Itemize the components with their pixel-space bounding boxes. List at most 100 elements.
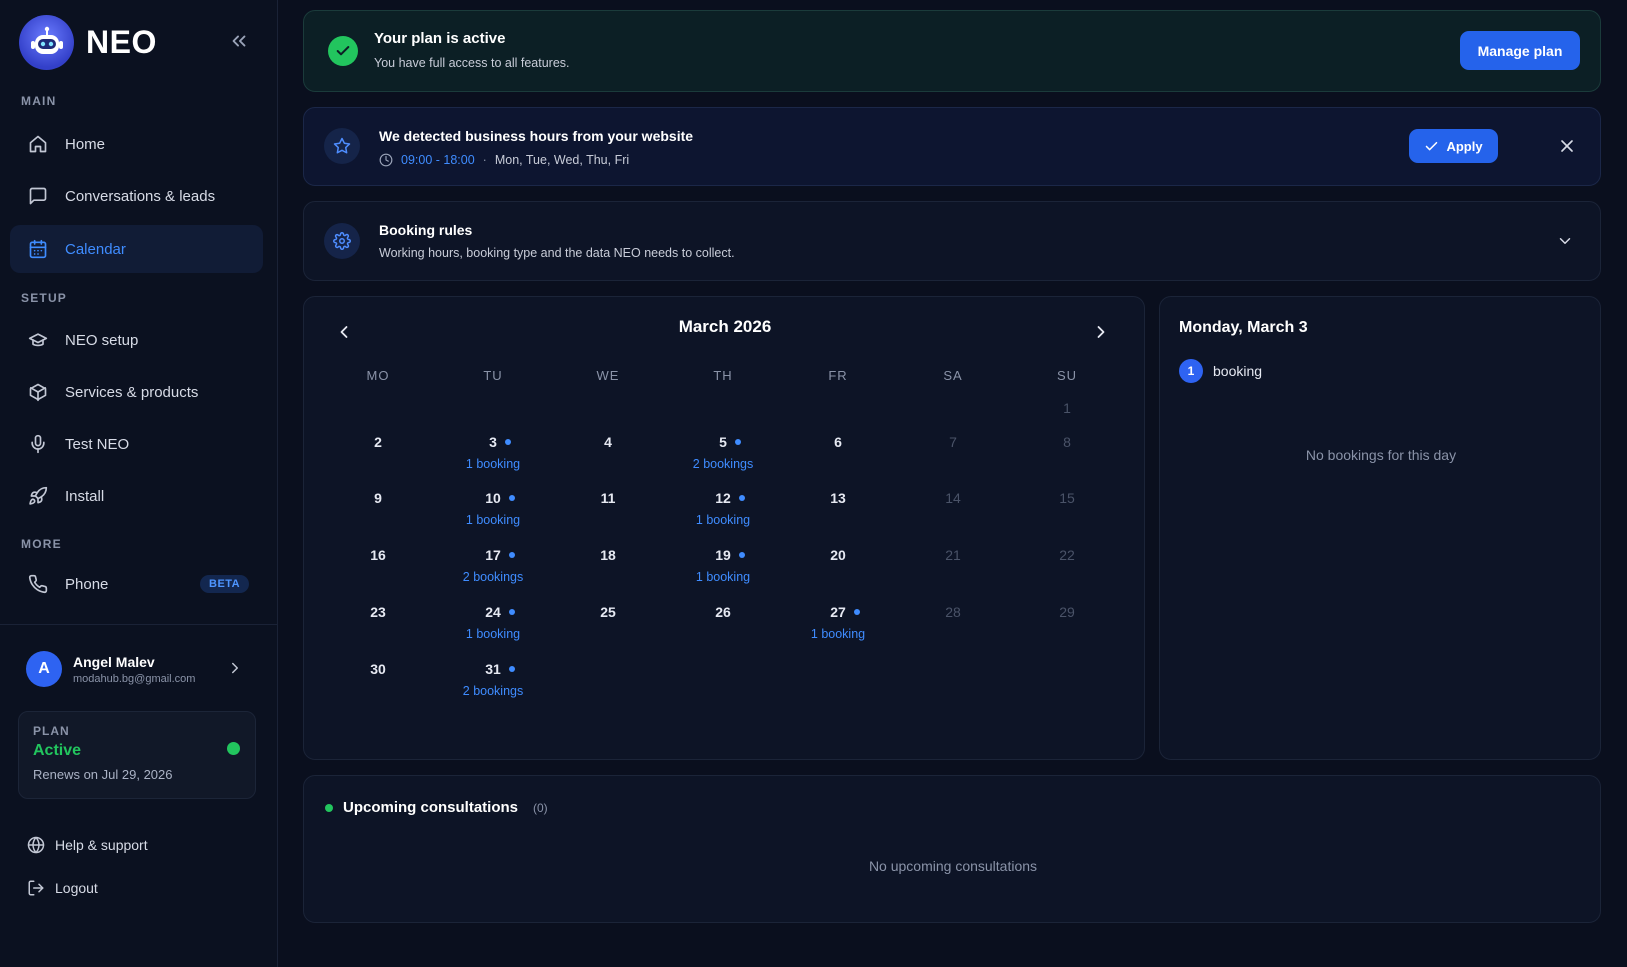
calendar-day[interactable]: 29: [1017, 604, 1117, 622]
calendar-day[interactable]: 7: [903, 434, 1003, 452]
manage-plan-button[interactable]: Manage plan: [1460, 31, 1580, 70]
booking-rules-title: Booking rules: [379, 222, 473, 238]
brand[interactable]: NEO: [19, 15, 157, 70]
beta-badge: BETA: [200, 575, 250, 593]
calendar-day[interactable]: 6: [788, 434, 888, 452]
collapse-sidebar-icon[interactable]: [228, 30, 250, 52]
calendar-day[interactable]: 12 1 booking: [673, 490, 773, 527]
calendar-day[interactable]: 22: [1017, 547, 1117, 565]
graduation-cap-icon: [28, 330, 48, 350]
logout-label: Logout: [55, 880, 98, 896]
day-number: 27: [830, 604, 860, 620]
hours-time-range: 09:00 - 18:00: [401, 153, 475, 167]
chevron-down-icon[interactable]: [1556, 232, 1574, 250]
calendar-day[interactable]: 10 1 booking: [443, 490, 543, 527]
day-booking-count: 1 booking: [695, 570, 751, 584]
calendar-day[interactable]: 1: [1017, 400, 1117, 418]
sidebar-item-label: NEO setup: [65, 331, 139, 349]
day-number: 29: [1059, 604, 1075, 620]
day-number: 12: [715, 490, 745, 506]
calendar-day[interactable]: 19 1 booking: [673, 547, 773, 584]
chevron-right-icon[interactable]: [226, 659, 244, 677]
calendar-day[interactable]: 30: [328, 661, 428, 679]
booking-dot-icon: [508, 666, 515, 672]
sidebar-item-phone[interactable]: Phone BETA: [10, 560, 263, 608]
day-number: 17: [485, 547, 515, 563]
booking-rules-card[interactable]: Booking rules Working hours, booking typ…: [303, 201, 1601, 281]
status-dot: [227, 742, 240, 755]
chevron-right-icon[interactable]: [1091, 322, 1111, 342]
booking-count-badge: 1: [1179, 359, 1203, 383]
robot-logo-icon: [19, 15, 74, 70]
sidebar-item-conversations[interactable]: Conversations & leads: [10, 172, 263, 220]
booking-dot-icon: [734, 439, 741, 445]
sidebar-item-install[interactable]: Install: [10, 472, 263, 520]
weekday-header: TH: [713, 368, 733, 383]
day-number: 22: [1059, 547, 1075, 563]
plan-banner-title: Your plan is active: [374, 30, 506, 47]
globe-icon: [27, 836, 45, 854]
status-dot: [325, 804, 333, 812]
calendar-day[interactable]: 27 1 booking: [788, 604, 888, 641]
no-bookings-message: No bookings for this day: [1305, 447, 1457, 463]
calendar-day[interactable]: 20: [788, 547, 888, 565]
calendar-day[interactable]: 8: [1017, 434, 1117, 452]
calendar-day[interactable]: 31 2 bookings: [443, 661, 543, 698]
day-number: 15: [1059, 490, 1075, 506]
sidebar-item-label: Install: [65, 487, 105, 505]
day-number: 8: [1063, 434, 1071, 450]
rocket-icon: [28, 486, 48, 506]
day-booking-count: 1 booking: [695, 513, 751, 527]
sidebar-item-services[interactable]: Services & products: [10, 368, 263, 416]
apply-label: Apply: [1446, 138, 1483, 154]
apply-button[interactable]: Apply: [1409, 129, 1498, 163]
sidebar-item-calendar[interactable]: Calendar: [10, 225, 263, 273]
calendar-day[interactable]: 3 1 booking: [443, 434, 543, 471]
day-number: 18: [600, 547, 616, 563]
booking-dot-icon: [853, 609, 860, 615]
day-booking-count: 1 booking: [465, 457, 521, 471]
logout-link[interactable]: Logout: [27, 879, 98, 897]
day-number: 23: [370, 604, 386, 620]
calendar-day[interactable]: 13: [788, 490, 888, 508]
calendar-day[interactable]: 11: [558, 490, 658, 508]
plan-label: PLAN: [33, 724, 70, 738]
day-number: 2: [374, 434, 382, 450]
hours-title: We detected business hours from your web…: [379, 128, 694, 144]
calendar-day[interactable]: 2: [328, 434, 428, 452]
day-number: 16: [370, 547, 386, 563]
calendar-day[interactable]: 23: [328, 604, 428, 622]
sidebar-divider: [0, 624, 278, 625]
day-number: 31: [485, 661, 515, 677]
upcoming-title: Upcoming consultations: [343, 799, 519, 816]
calendar-day[interactable]: 15: [1017, 490, 1117, 508]
calendar-day[interactable]: 26: [673, 604, 773, 622]
calendar-day[interactable]: 21: [903, 547, 1003, 565]
user-profile[interactable]: A Angel Malev modahub.bg@gmail.com: [26, 651, 256, 687]
day-number: 4: [604, 434, 612, 450]
help-support-link[interactable]: Help & support: [27, 836, 148, 854]
calendar-day[interactable]: 25: [558, 604, 658, 622]
calendar-day[interactable]: 5 2 bookings: [673, 434, 773, 471]
calendar-day[interactable]: 4: [558, 434, 658, 452]
calendar-day[interactable]: 14: [903, 490, 1003, 508]
sidebar-item-neo-setup[interactable]: NEO setup: [10, 316, 263, 364]
sidebar-item-test-neo[interactable]: Test NEO: [10, 420, 263, 468]
section-title-main: MAIN: [21, 94, 57, 108]
day-number: 19: [715, 547, 745, 563]
close-icon[interactable]: [1557, 136, 1577, 156]
calendar-day[interactable]: 9: [328, 490, 428, 508]
calendar-day[interactable]: 18: [558, 547, 658, 565]
calendar-day[interactable]: 17 2 bookings: [443, 547, 543, 584]
day-number: 14: [945, 490, 961, 506]
hours-days: Mon, Tue, Wed, Thu, Fri: [494, 153, 630, 167]
sidebar-item-home[interactable]: Home: [10, 120, 263, 168]
calendar-day[interactable]: 16: [328, 547, 428, 565]
selected-day-title: Monday, March 3: [1179, 319, 1308, 336]
weekday-header: MO: [366, 368, 390, 383]
day-booking-count: 2 bookings: [462, 570, 524, 584]
calendar-day[interactable]: 28: [903, 604, 1003, 622]
calendar-month-title: March 2026: [678, 317, 772, 336]
calendar-day[interactable]: 24 1 booking: [443, 604, 543, 641]
booking-count-row: 1 booking: [1179, 359, 1262, 383]
